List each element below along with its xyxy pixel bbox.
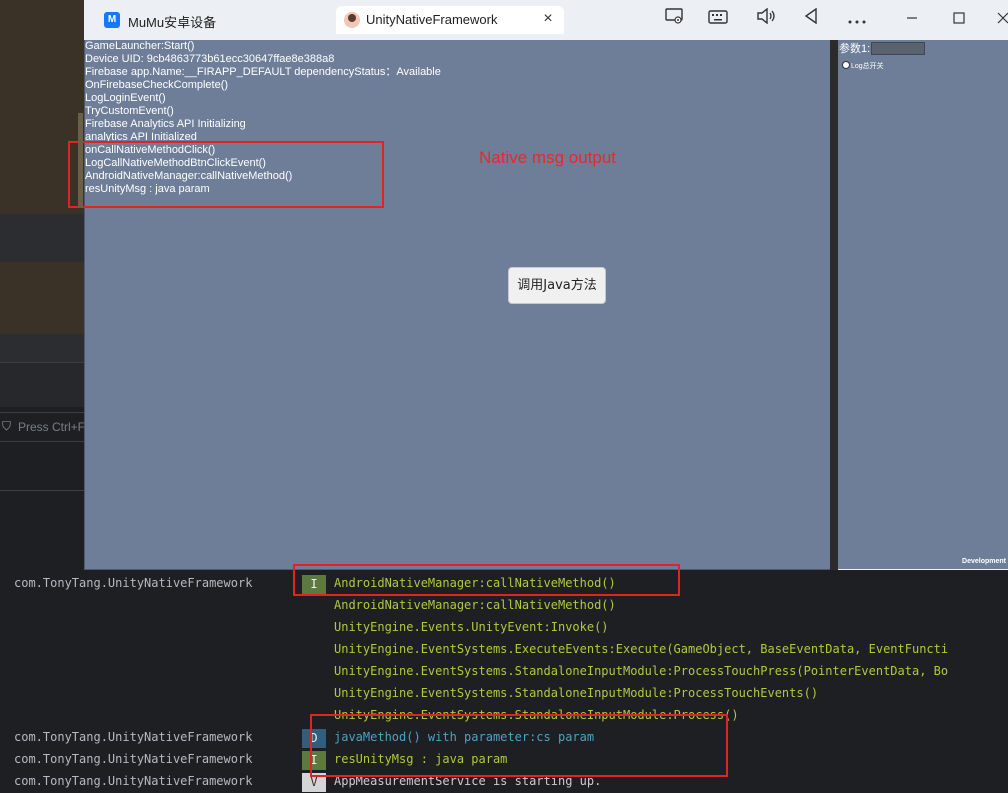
- logcat-filter-bar[interactable]: ⛉ Press Ctrl+F: [0, 412, 85, 442]
- log-line: Firebase app.Name:__FIRAPP_DEFAULT depen…: [85, 66, 441, 78]
- toggle-radio-icon[interactable]: [842, 61, 850, 69]
- logcat-row[interactable]: UnityEngine.EventSystems.ExecuteEvents:E…: [0, 639, 1008, 661]
- logcat-package: com.TonyTang.UnityNativeFramework: [14, 730, 253, 744]
- filter-icon[interactable]: ⛉: [2, 420, 14, 432]
- tab-mumu-device[interactable]: M MuMu安卓设备: [96, 6, 332, 34]
- close-icon[interactable]: [991, 8, 1008, 32]
- tab-unity-native-framework[interactable]: UnityNativeFramework ×: [336, 6, 564, 34]
- viewport-divider: [830, 40, 838, 570]
- minimize-icon[interactable]: [900, 8, 924, 32]
- call-java-method-button[interactable]: 调用Java方法: [508, 267, 606, 304]
- ide-preview-thumbnail: [0, 262, 84, 334]
- logcat-package: com.TonyTang.UnityNativeFramework: [14, 576, 253, 590]
- logcat-message: UnityEngine.Events.UnityEvent:Invoke(): [334, 620, 609, 634]
- log-line: GameLauncher:Start(): [85, 40, 195, 52]
- log-line: TryCustomEvent(): [85, 105, 174, 117]
- app-avatar-icon: [344, 12, 360, 28]
- tab-label: UnityNativeFramework: [366, 12, 498, 27]
- logcat-row[interactable]: UnityEngine.EventSystems.StandaloneInput…: [0, 661, 1008, 683]
- emulator-window: M MuMu安卓设备 UnityNativeFramework × GameLa…: [68, 0, 1008, 570]
- log-line: Device UID: 9cb4863773b61ecc30647ffae8e3…: [85, 53, 335, 65]
- logcat-message: UnityEngine.EventSystems.ExecuteEvents:E…: [334, 642, 949, 656]
- screen-record-icon[interactable]: [662, 8, 686, 32]
- native-msg-annotation: Native msg output: [479, 148, 617, 167]
- logcat-message: UnityEngine.EventSystems.StandaloneInput…: [334, 686, 819, 700]
- ide-panel-strip: [0, 334, 84, 362]
- more-icon[interactable]: [845, 8, 869, 32]
- highlight-box: [68, 141, 384, 208]
- logcat-message: UnityEngine.EventSystems.StandaloneInput…: [334, 664, 949, 678]
- log-line: Firebase Analytics API Initializing: [85, 118, 246, 130]
- ide-panel-strip: [0, 214, 84, 262]
- ide-divider: [0, 490, 84, 491]
- logcat-panel: com.TonyTang.UnityNativeFramework I Androi…: [0, 564, 1008, 792]
- logcat-row[interactable]: UnityEngine.Events.UnityEvent:Invoke(): [0, 617, 1008, 639]
- development-build-label: Development: [962, 558, 1006, 565]
- volume-icon[interactable]: [754, 7, 778, 32]
- back-icon[interactable]: [799, 7, 823, 32]
- logcat-package: com.TonyTang.UnityNativeFramework: [14, 752, 253, 766]
- game-viewport: GameLauncher:Start() Device UID: 9cb48637…: [68, 40, 830, 570]
- logcat-row[interactable]: AndroidNativeManager:callNativeMethod(): [0, 595, 1008, 617]
- close-tab-icon[interactable]: ×: [540, 10, 556, 28]
- filter-input-placeholder[interactable]: Press Ctrl+F: [18, 420, 85, 434]
- log-master-toggle[interactable]: Log总开关: [842, 61, 884, 71]
- log-line: OnFirebaseCheckComplete(): [85, 79, 229, 91]
- emulator-titlebar: M MuMu安卓设备 UnityNativeFramework ×: [84, 0, 1008, 40]
- tab-label: MuMu安卓设备: [128, 15, 217, 30]
- ide-panel-strip: [0, 362, 84, 407]
- param-label: 参数1:: [839, 43, 871, 55]
- keyboard-icon[interactable]: [706, 8, 730, 32]
- highlight-box: [293, 564, 680, 596]
- log-toggle-label: Log总开关: [851, 63, 884, 70]
- log-scroll-marker: [78, 113, 83, 208]
- mumu-logo-icon: M: [104, 12, 120, 28]
- log-line: LogLoginEvent(): [85, 92, 166, 104]
- logcat-row[interactable]: UnityEngine.EventSystems.StandaloneInput…: [0, 683, 1008, 705]
- maximize-icon[interactable]: [947, 8, 971, 32]
- logcat-message: AndroidNativeManager:callNativeMethod(): [334, 598, 616, 612]
- logcat-package: com.TonyTang.UnityNativeFramework: [14, 774, 253, 788]
- debug-side-panel: 参数1: Log总开关 Development: [838, 40, 1008, 569]
- param-input[interactable]: [871, 42, 925, 55]
- highlight-box: [310, 714, 728, 777]
